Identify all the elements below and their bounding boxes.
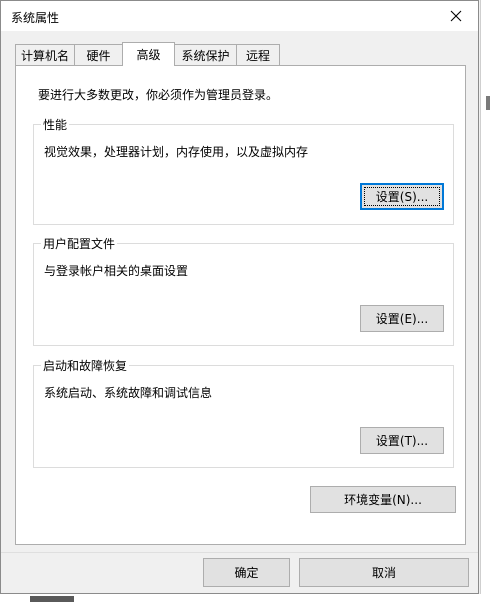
close-button[interactable] [434,1,478,31]
performance-settings-button[interactable]: 设置(S)... [360,183,444,210]
cancel-button[interactable]: 取消 [299,558,469,587]
tab-advanced[interactable]: 高级 [122,42,175,66]
performance-group: 性能 视觉效果，处理器计划，内存使用，以及虚拟内存 设置(S)... [33,116,454,225]
background-scroll-mark [486,96,490,110]
tab-hardware[interactable]: 硬件 [74,44,123,65]
footer-divider [1,552,478,553]
performance-title: 性能 [41,116,70,133]
button-label: 设置(S)... [375,190,429,204]
startup-recovery-group: 启动和故障恢复 系统启动、系统故障和调试信息 设置(T)... [33,357,454,468]
button-label: 环境变量(N)... [344,493,422,507]
tab-label: 计算机名 [20,48,69,63]
user-profiles-title: 用户配置文件 [41,235,118,252]
button-label: 设置(E)... [375,312,429,326]
user-profiles-group: 用户配置文件 与登录帐户相关的桌面设置 设置(E)... [33,235,454,346]
user-profiles-settings-button[interactable]: 设置(E)... [360,305,444,332]
tab-computer-name[interactable]: 计算机名 [15,44,75,65]
user-profiles-description: 与登录帐户相关的桌面设置 [44,264,189,278]
tab-system-protection[interactable]: 系统保护 [174,44,237,65]
performance-description: 视觉效果，处理器计划，内存使用，以及虚拟内存 [44,145,309,159]
background-text [30,596,74,602]
close-icon [450,10,462,22]
system-properties-dialog: 系统属性 计算机名 硬件 高级 系统保护 远程 要进行大多数更改，你必须作为管理… [0,0,479,594]
tab-remote[interactable]: 远程 [236,44,280,65]
tab-label: 高级 [136,48,161,62]
button-label: 确定 [234,566,259,580]
ok-button[interactable]: 确定 [203,558,290,587]
startup-recovery-title: 启动和故障恢复 [41,357,130,374]
startup-recovery-settings-button[interactable]: 设置(T)... [360,427,444,454]
tab-label: 硬件 [86,48,111,63]
button-label: 取消 [371,566,396,580]
background-window-edge [480,0,493,605]
advanced-tab-panel: 要进行大多数更改，你必须作为管理员登录。 性能 视觉效果，处理器计划，内存使用，… [15,65,466,545]
button-label: 设置(T)... [375,434,429,448]
window-title: 系统属性 [11,11,60,25]
tab-label: 远程 [245,48,270,63]
title-bar: 系统属性 [1,1,478,31]
environment-variables-button[interactable]: 环境变量(N)... [310,486,456,513]
admin-notice: 要进行大多数更改，你必须作为管理员登录。 [38,88,279,102]
tab-label: 系统保护 [181,48,230,63]
startup-recovery-description: 系统启动、系统故障和调试信息 [44,386,213,400]
